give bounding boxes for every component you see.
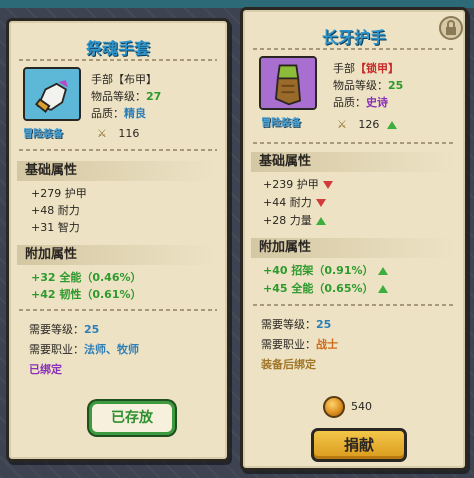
divider bbox=[253, 48, 455, 50]
bound-status: 已绑定 bbox=[29, 363, 62, 376]
item-quality: 品质：史诗 bbox=[333, 96, 388, 109]
item-score: ⚔ 116 bbox=[97, 127, 140, 140]
divider bbox=[253, 142, 455, 144]
extra-attributes-header: 附加属性 bbox=[17, 245, 217, 265]
downgrade-arrow-icon bbox=[315, 199, 326, 207]
base-attributes-header: 基础属性 bbox=[251, 152, 455, 172]
required-level: 需要等级：25 bbox=[29, 323, 100, 336]
adventure-badge: 冒险装备 bbox=[261, 118, 301, 129]
item-slot-type: 手部【布甲】 bbox=[91, 73, 157, 86]
item-title: 长牙护手 bbox=[321, 28, 386, 47]
stat-versatility: +32 全能（0.46%） bbox=[31, 271, 142, 284]
downgrade-arrow-icon bbox=[322, 181, 333, 189]
stat-intellect: +31 智力 bbox=[31, 221, 80, 234]
gold-coin-icon bbox=[323, 396, 345, 418]
bind-note: 装备后绑定 bbox=[261, 358, 316, 371]
stored-button[interactable]: 已存放 bbox=[89, 401, 175, 435]
divider bbox=[253, 304, 455, 306]
donate-button[interactable]: 捐献 bbox=[311, 428, 407, 462]
stat-parry: +40 招架（0.91%） bbox=[263, 262, 388, 278]
item-slot-type: 手部【锁甲】 bbox=[333, 62, 399, 75]
upgrade-arrow-icon bbox=[315, 217, 326, 225]
item-score: ⚔ 126 bbox=[337, 118, 397, 131]
crossed-swords-icon: ⚔ bbox=[337, 118, 347, 131]
item-icon-gloves bbox=[23, 67, 81, 121]
adventure-badge: 冒险装备 bbox=[23, 129, 63, 140]
sell-price: 540 bbox=[351, 400, 372, 413]
divider bbox=[19, 149, 217, 151]
upgrade-arrow-icon bbox=[386, 121, 397, 129]
upgrade-arrow-icon bbox=[377, 285, 388, 293]
stat-stamina: +48 耐力 bbox=[31, 204, 80, 217]
item-title: 祭魂手套 bbox=[85, 39, 150, 58]
stat-versatility: +45 全能（0.65%） bbox=[263, 280, 388, 296]
stat-armor: +279 护甲 bbox=[31, 187, 87, 200]
item-quality: 品质：精良 bbox=[91, 107, 146, 120]
required-level: 需要等级：25 bbox=[261, 318, 332, 331]
stat-strength: +28 力量 bbox=[263, 212, 326, 228]
upgrade-arrow-icon bbox=[377, 267, 388, 275]
stat-stamina: +44 耐力 bbox=[263, 194, 326, 210]
required-class: 需要职业：战士 bbox=[261, 338, 338, 351]
item-card-compare: 祭魂手套 冒险装备 手部【布甲】 物品等级：27 品质：精良 ⚔ 116 基础属… bbox=[6, 18, 230, 462]
stat-armor: +239 护甲 bbox=[263, 176, 333, 192]
base-attributes-header: 基础属性 bbox=[17, 161, 217, 181]
item-level: 物品等级：27 bbox=[91, 90, 162, 103]
item-level: 物品等级：25 bbox=[333, 79, 404, 92]
crossed-swords-icon: ⚔ bbox=[97, 127, 107, 140]
divider bbox=[19, 309, 217, 311]
extra-attributes-header: 附加属性 bbox=[251, 238, 455, 258]
stat-resilience: +42 韧性（0.61%） bbox=[31, 288, 142, 301]
divider bbox=[19, 59, 217, 61]
required-class: 需要职业：法师、牧师 bbox=[29, 343, 139, 356]
item-card-selected: 长牙护手 冒险装备 手部【锁甲】 物品等级：25 品质：史诗 ⚔ 126 基础属… bbox=[240, 7, 468, 471]
item-icon-gauntlets bbox=[259, 56, 317, 110]
